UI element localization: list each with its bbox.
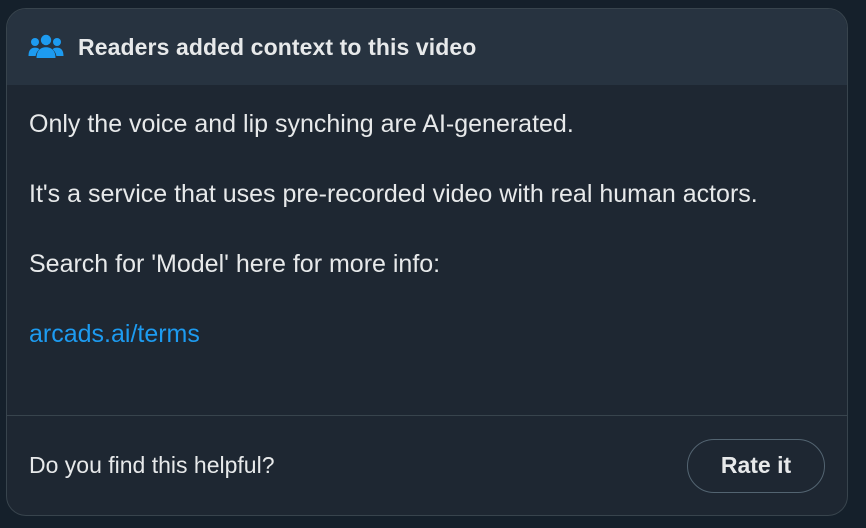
note-text-line-2: It's a service that uses pre-recorded vi…: [29, 180, 758, 208]
rate-it-button[interactable]: Rate it: [687, 438, 825, 493]
note-header: Readers added context to this video: [7, 9, 847, 85]
source-link[interactable]: arcads.ai/terms: [29, 320, 200, 348]
people-icon: [28, 32, 64, 62]
note-text-line-1: Only the voice and lip synching are AI-g…: [29, 110, 574, 138]
helpful-question: Do you find this helpful?: [29, 452, 275, 478]
note-footer: Do you find this helpful? Rate it: [7, 416, 847, 515]
note-header-title: Readers added context to this video: [78, 33, 477, 60]
note-body: Only the voice and lip synching are AI-g…: [7, 85, 847, 415]
note-text-line-3: Search for 'Model' here for more info:: [29, 250, 441, 278]
community-note-card: Readers added context to this video Only…: [6, 8, 848, 516]
